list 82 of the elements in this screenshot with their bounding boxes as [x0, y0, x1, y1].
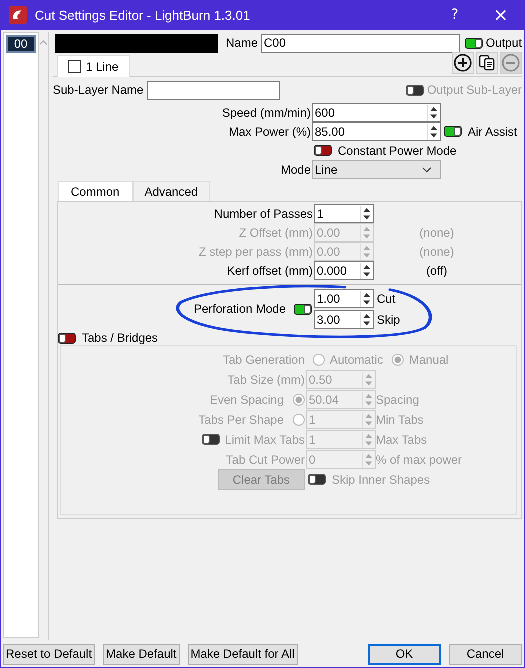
chevron-down-icon [422, 166, 432, 172]
constant-power-label: Constant Power Mode [338, 144, 457, 158]
help-button[interactable]: ? [432, 0, 478, 30]
toggle-switch[interactable] [444, 126, 462, 137]
settings-tab[interactable]: Common [58, 181, 133, 201]
speed-label: Speed (mm/min) [221, 106, 312, 120]
mode-dropdown[interactable]: Line [312, 160, 441, 179]
radio-button[interactable] [313, 354, 325, 366]
radio-button[interactable] [392, 354, 404, 366]
air-assist-label: Air Assist [468, 124, 518, 138]
setting-label: Kerf offset (mm) [226, 264, 314, 278]
number-field[interactable]: 3.00 [314, 310, 374, 329]
plus-icon [454, 54, 472, 72]
app-icon [9, 6, 27, 24]
add-button[interactable] [452, 52, 474, 74]
toggle-switch[interactable] [465, 38, 484, 48]
tab-label: 1 Line [86, 60, 119, 74]
toggle-switch[interactable] [202, 434, 220, 445]
footer-button[interactable]: Reset to Default [3, 644, 96, 664]
scroll-bar[interactable] [39, 32, 49, 640]
footer-button[interactable]: Cancel [449, 644, 522, 664]
spin-arrows-icon[interactable] [360, 312, 373, 328]
field-suffix: Cut [376, 292, 396, 306]
toggle-switch[interactable] [308, 474, 326, 485]
name-label: Name [226, 36, 258, 50]
radio-label: Automatic [330, 352, 384, 366]
sublayer-name-label: Sub-Layer Name [53, 83, 144, 97]
output-label: Output [486, 36, 522, 50]
setting-label: Tab Size (mm) [228, 372, 305, 386]
checkbox[interactable] [68, 60, 81, 73]
setting-label: Limit Max Tabs [225, 432, 305, 446]
layer-chip[interactable]: 00 [6, 35, 36, 53]
perforation-label: Perforation Mode [194, 302, 286, 316]
footer-button[interactable]: OK [368, 644, 441, 664]
setting-label: Tabs Per Shape [198, 412, 284, 426]
copy-icon [478, 54, 496, 72]
tabs-bridges-label: Tabs / Bridges [82, 331, 158, 345]
footer-button[interactable]: Make Default [103, 644, 180, 664]
field-suffix: % of max power [376, 452, 462, 466]
toggle-switch[interactable] [294, 304, 312, 314]
radio-button[interactable] [293, 414, 305, 426]
name-field[interactable]: C00 [261, 34, 460, 52]
copy-button[interactable] [476, 52, 498, 74]
field-suffix: Skip [376, 312, 400, 326]
setting-note: (off) [426, 264, 448, 278]
field-suffix: Spacing [376, 392, 420, 406]
setting-note: (none) [420, 226, 454, 240]
sublayer-tab[interactable]: 1 Line [57, 55, 130, 77]
setting-label: Number of Passes [213, 206, 314, 220]
toggle-switch[interactable] [314, 145, 332, 156]
spin-arrows-icon[interactable] [360, 290, 373, 306]
max-power-field[interactable]: 85.00 [312, 122, 441, 141]
setting-label: Even Spacing [210, 392, 284, 406]
window-title: Cut Settings Editor - LightBurn 1.3.01 [35, 8, 252, 22]
footer-button[interactable]: Make Default for All [188, 644, 298, 664]
mode-label: Mode [280, 162, 312, 176]
spin-arrows-icon[interactable] [360, 206, 373, 222]
settings-tab[interactable]: Advanced [132, 181, 210, 201]
radio-label: Manual [409, 352, 449, 366]
setting-note: (none) [420, 244, 454, 258]
skip-inner-shapes-label: Skip Inner Shapes [332, 472, 430, 486]
setting-label: Tab Cut Power [226, 452, 305, 466]
sublayer-name-field[interactable] [146, 80, 280, 100]
number-field[interactable]: 1.00 [314, 289, 374, 308]
max-power-label: Max Power (%) [228, 124, 312, 138]
setting-label: Z Offset (mm) [238, 226, 314, 240]
toggle-switch[interactable] [58, 332, 76, 344]
spin-arrows-icon[interactable] [427, 124, 440, 140]
close-button[interactable]: × [478, 0, 524, 30]
field-suffix: Max Tabs [376, 432, 428, 446]
setting-label: Tab Generation [222, 352, 306, 368]
minus-icon [502, 54, 520, 72]
radio-button[interactable] [293, 394, 305, 406]
output-sublayer-label: Output Sub-Layer [427, 83, 522, 97]
setting-label: Z step per pass (mm) [198, 244, 314, 258]
spin-arrows-icon[interactable] [360, 262, 373, 278]
number-field[interactable]: 1 [314, 204, 374, 223]
spin-arrows-icon[interactable] [427, 104, 440, 120]
field-suffix: Min Tabs [376, 412, 424, 426]
number-field[interactable]: 0.000 [314, 261, 374, 280]
color-swatch[interactable] [55, 34, 218, 52]
speed-field[interactable]: 600 [312, 103, 441, 122]
